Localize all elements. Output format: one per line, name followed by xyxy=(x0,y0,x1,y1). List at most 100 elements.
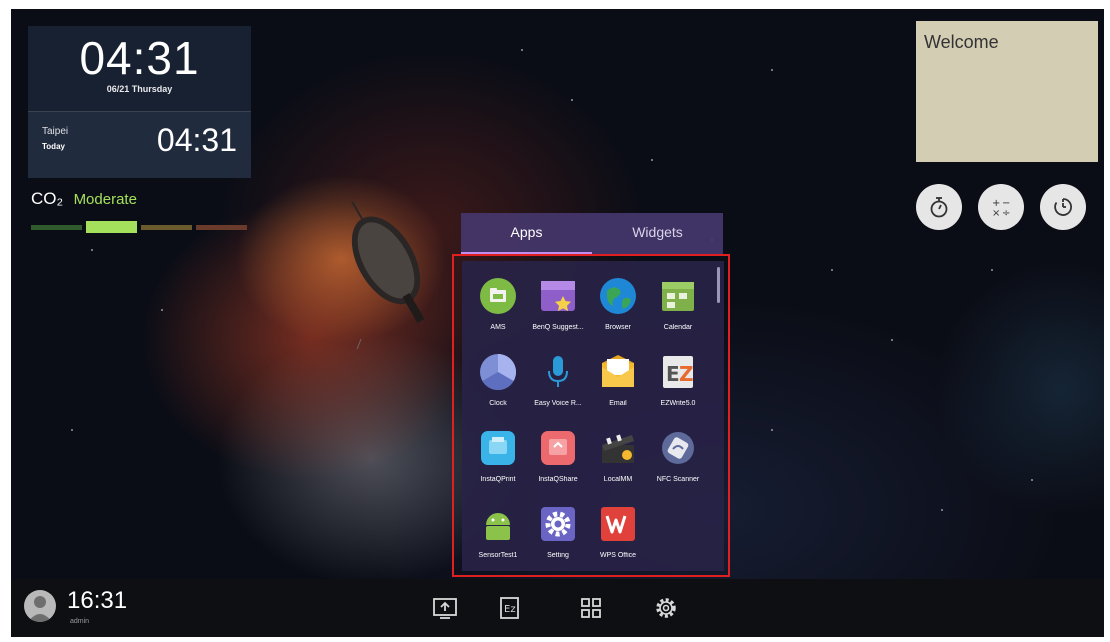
app-label: EZWrite5.0 xyxy=(660,400,696,407)
calculator-icon: + − × ÷ xyxy=(992,198,1010,218)
app-clock[interactable]: Clock xyxy=(468,347,528,415)
co2-bar-moderate xyxy=(86,221,137,233)
localmm-icon xyxy=(602,434,634,463)
app-label: LocalMM xyxy=(603,476,633,483)
app-label: Clock xyxy=(489,400,507,407)
co2-widget[interactable]: CO₂ Moderate xyxy=(31,189,251,233)
timer-icon xyxy=(1054,198,1072,216)
star xyxy=(941,509,943,511)
app-ams[interactable]: AMS xyxy=(468,271,528,339)
star xyxy=(161,309,163,311)
settings-icon xyxy=(541,507,575,541)
svg-text:Ez: Ez xyxy=(504,604,516,615)
svg-text:Z: Z xyxy=(679,362,694,386)
app-label: Calendar xyxy=(663,324,693,331)
apps-button[interactable] xyxy=(576,593,606,623)
app-drawer-highlight: AMS BenQ Suggest... Browser Calendar Clo… xyxy=(452,254,730,577)
input-source-icon xyxy=(433,598,457,619)
app-browser[interactable]: Browser xyxy=(588,271,648,339)
app-sensortest1[interactable]: SensorTest1 xyxy=(468,499,528,567)
app-benq-suggest[interactable]: BenQ Suggest... xyxy=(528,271,588,339)
calculator-button[interactable]: + − × ÷ xyxy=(978,184,1024,230)
star xyxy=(771,429,773,431)
app-wps-office[interactable]: WPS Office xyxy=(588,499,648,567)
apps-grid-icon xyxy=(581,598,601,618)
instaqshare-icon xyxy=(541,431,575,465)
instaqprint-icon xyxy=(481,431,515,465)
taskbar-clock: 16:31 xyxy=(67,587,128,614)
microphone-icon xyxy=(548,356,568,387)
app-grid: AMS BenQ Suggest... Browser Calendar Clo… xyxy=(468,271,708,567)
co2-level-bars xyxy=(31,221,251,233)
co2-label: CO₂ xyxy=(31,189,64,208)
input-source-button[interactable] xyxy=(430,593,460,623)
app-nfc-scanner[interactable]: NFC Scanner xyxy=(648,423,708,491)
desktop-screen: 04:31 06/21 Thursday Taipei Today 04:31 … xyxy=(11,9,1104,637)
app-label: InstaQShare xyxy=(538,476,578,483)
stopwatch-icon xyxy=(930,197,948,218)
star xyxy=(891,339,893,341)
satellite-wallpaper-image xyxy=(351,200,425,349)
local-time: 04:31 xyxy=(79,32,200,84)
email-icon xyxy=(602,355,634,387)
app-label: Email xyxy=(609,400,627,407)
user-name: admin xyxy=(70,618,90,625)
clock-icon xyxy=(480,354,517,391)
app-drawer-scrollbar[interactable] xyxy=(717,267,720,303)
app-ezwrite[interactable]: E Z EZWrite5.0 xyxy=(648,347,708,415)
app-drawer-panel: AMS BenQ Suggest... Browser Calendar Clo… xyxy=(462,261,724,571)
app-instaqprint[interactable]: InstaQPrint xyxy=(468,423,528,491)
star xyxy=(91,249,93,251)
browser-icon xyxy=(600,278,636,314)
star xyxy=(651,159,653,161)
tab-widgets[interactable]: Widgets xyxy=(592,213,723,255)
app-label: WPS Office xyxy=(599,552,637,559)
ezwrite-taskbar-icon: Ez xyxy=(500,597,519,619)
app-label: AMS xyxy=(490,324,506,331)
app-label: SensorTest1 xyxy=(478,552,518,559)
calendar-icon xyxy=(662,282,694,311)
app-label: Browser xyxy=(605,324,631,331)
clock-widget[interactable]: 04:31 06/21 Thursday Taipei Today 04:31 xyxy=(28,26,251,178)
note-text: Welcome xyxy=(924,32,999,52)
ezwrite-button[interactable]: Ez xyxy=(495,593,525,623)
star xyxy=(831,269,833,271)
co2-bar-poor xyxy=(141,224,192,230)
android-icon xyxy=(486,513,510,540)
star xyxy=(71,429,73,431)
app-calendar[interactable]: Calendar xyxy=(648,271,708,339)
app-localmm[interactable]: LocalMM xyxy=(588,423,648,491)
welcome-note-widget[interactable]: Welcome xyxy=(916,21,1098,162)
settings-button[interactable] xyxy=(651,593,681,623)
local-date: 06/21 Thursday xyxy=(106,84,173,94)
tab-apps[interactable]: Apps xyxy=(461,213,592,255)
co2-bar-bad xyxy=(196,224,247,230)
user-avatar[interactable] xyxy=(24,590,56,622)
app-label: Setting xyxy=(547,552,569,559)
nfc-scanner-icon xyxy=(662,432,694,464)
local-clock: 04:31 06/21 Thursday xyxy=(28,26,251,112)
app-instaqshare[interactable]: InstaQShare xyxy=(528,423,588,491)
world-clock-day: Today xyxy=(42,142,65,151)
star xyxy=(571,99,573,101)
star xyxy=(771,69,773,71)
co2-status: Moderate xyxy=(73,191,137,208)
settings-gear-icon xyxy=(656,598,676,618)
world-clock-city: Taipei xyxy=(42,126,69,137)
app-easy-voice-recorder[interactable]: Easy Voice R... xyxy=(528,347,588,415)
svg-text:E: E xyxy=(666,362,680,386)
wps-office-icon xyxy=(601,507,635,541)
app-drawer-tabs: Apps Widgets xyxy=(461,213,723,255)
app-label: BenQ Suggest... xyxy=(532,324,584,331)
app-email[interactable]: Email xyxy=(588,347,648,415)
app-setting[interactable]: Setting xyxy=(528,499,588,567)
app-label: NFC Scanner xyxy=(656,476,700,483)
stopwatch-button[interactable] xyxy=(916,184,962,230)
star xyxy=(521,49,523,51)
star xyxy=(991,269,993,271)
ams-icon xyxy=(480,278,516,314)
ezwrite-icon: E Z xyxy=(663,356,694,388)
app-label: InstaQPrint xyxy=(480,476,516,483)
co2-bar-good xyxy=(31,224,82,230)
timer-button[interactable] xyxy=(1040,184,1086,230)
